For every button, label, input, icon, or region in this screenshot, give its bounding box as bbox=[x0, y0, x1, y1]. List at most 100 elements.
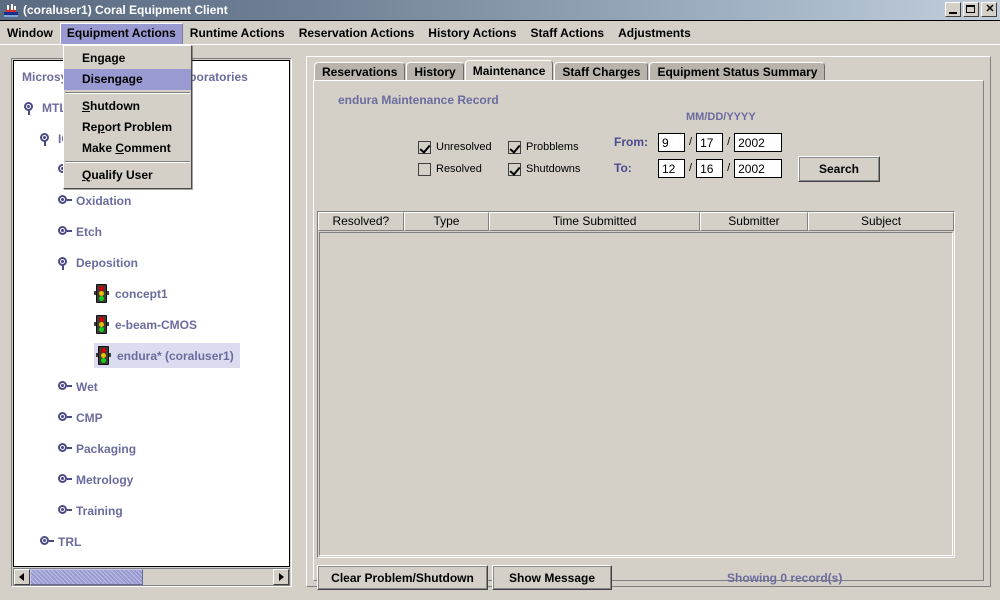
traffic-light-icon bbox=[96, 346, 111, 365]
tree-node-content: MTL bbox=[22, 100, 67, 115]
tree-node[interactable]: endura* (coraluser1) bbox=[14, 340, 289, 371]
tree-expand-handle-closed-icon[interactable] bbox=[56, 441, 72, 456]
tree-expand-handle-open-icon[interactable] bbox=[38, 131, 53, 146]
menu-item-shutdown[interactable]: Shutdown bbox=[64, 96, 191, 117]
tree-node[interactable]: Etch bbox=[14, 216, 289, 247]
tree-node[interactable]: Wet bbox=[14, 371, 289, 402]
tree-node[interactable]: Metrology bbox=[14, 464, 289, 495]
menu-history-actions[interactable]: History Actions bbox=[421, 23, 523, 44]
scrollbar-track[interactable] bbox=[30, 569, 273, 585]
to-year-input[interactable] bbox=[734, 158, 783, 178]
tab-maintenance[interactable]: Maintenance bbox=[464, 60, 554, 81]
from-year-input[interactable] bbox=[734, 132, 783, 152]
tree-horizontal-scrollbar[interactable] bbox=[13, 568, 290, 586]
scroll-left-button[interactable] bbox=[14, 569, 30, 585]
tree-node-content: concept1 bbox=[94, 284, 168, 303]
table-body[interactable] bbox=[319, 232, 953, 556]
tab-staff-charges[interactable]: Staff Charges bbox=[554, 62, 649, 81]
tree-expand-handle-closed-icon[interactable] bbox=[38, 534, 54, 549]
tree-node[interactable]: concept1 bbox=[14, 278, 289, 309]
tree-node-content: Metrology bbox=[56, 472, 133, 487]
menu-runtime-actions[interactable]: Runtime Actions bbox=[183, 23, 292, 44]
table-header-row: Resolved? Type Time Submitted Submitter Subj… bbox=[318, 212, 955, 231]
date-format-label: MM/DD/YYYY bbox=[686, 111, 756, 123]
tree-node[interactable]: Packaging bbox=[14, 433, 289, 464]
menu-equipment-actions[interactable]: Equipment Actions bbox=[59, 22, 183, 44]
filter-checkbox-group: Unresolved Probblems Resolved Shutdowns bbox=[418, 136, 610, 180]
tree-node-label: Packaging bbox=[76, 441, 137, 456]
tree-expand-handle-closed-icon[interactable] bbox=[56, 472, 72, 487]
maintenance-action-bar: Clear Problem/Shutdown Show Message Show… bbox=[317, 565, 955, 591]
table-column-header[interactable]: Type bbox=[403, 212, 490, 231]
tab-reservations[interactable]: Reservations bbox=[314, 62, 406, 81]
clear-problem-shutdown-button[interactable]: Clear Problem/Shutdown bbox=[317, 565, 488, 590]
checkbox-resolved[interactable]: Resolved bbox=[418, 162, 496, 176]
checkbox-problems-label: Probblems bbox=[526, 141, 579, 153]
traffic-light-icon bbox=[94, 284, 109, 303]
checkbox-problems[interactable]: Probblems bbox=[508, 140, 598, 154]
menu-reservation-actions[interactable]: Reservation Actions bbox=[292, 23, 422, 44]
minimize-button[interactable] bbox=[945, 2, 961, 17]
tree-node-label: Metrology bbox=[76, 472, 134, 487]
tree-node[interactable]: Training bbox=[14, 495, 289, 526]
tab-equipment-status-summary[interactable]: Equipment Status Summary bbox=[649, 62, 826, 81]
menu-item-engage[interactable]: Engage bbox=[64, 48, 191, 69]
tree-node-label: e-beam-CMOS bbox=[115, 317, 198, 332]
tree-node-label: TRL bbox=[58, 534, 82, 549]
show-message-button[interactable]: Show Message bbox=[492, 565, 612, 590]
tree-expand-handle-closed-icon[interactable] bbox=[56, 193, 72, 208]
tree-expand-handle-open-icon[interactable] bbox=[22, 100, 37, 115]
tree-node-label: endura* (coraluser1) bbox=[117, 348, 234, 363]
menu-item-disengage[interactable]: Disengage bbox=[64, 69, 191, 90]
tree-expand-handle-closed-icon[interactable] bbox=[56, 503, 72, 518]
menu-adjustments[interactable]: Adjustments bbox=[611, 23, 698, 44]
checkbox-resolved-box[interactable] bbox=[418, 162, 431, 176]
tab-history[interactable]: History bbox=[406, 62, 464, 81]
menu-bar: Window Equipment Actions Runtime Actions… bbox=[0, 22, 1000, 45]
table-column-header[interactable]: Submitter bbox=[699, 212, 809, 231]
equipment-actions-dropdown[interactable]: Engage Disengage Shutdown Report Problem Mak… bbox=[63, 45, 192, 189]
menu-item-report-problem[interactable]: Report Problem bbox=[64, 117, 191, 138]
checkbox-shutdowns[interactable]: Shutdowns bbox=[508, 162, 598, 176]
from-day-input[interactable] bbox=[696, 132, 724, 152]
menu-separator bbox=[65, 92, 190, 94]
to-day-input[interactable] bbox=[696, 158, 724, 178]
left-arrow-icon bbox=[19, 573, 24, 581]
table-column-header[interactable]: Time Submitted bbox=[489, 212, 700, 231]
tree-node[interactable]: CMP bbox=[14, 402, 289, 433]
scroll-right-button[interactable] bbox=[273, 569, 289, 585]
checkbox-unresolved-box[interactable] bbox=[418, 140, 431, 154]
tree-node-label: Oxidation bbox=[76, 193, 132, 208]
table-column-header[interactable]: Subject bbox=[808, 212, 955, 231]
checkbox-shutdowns-label: Shutdowns bbox=[526, 163, 581, 175]
from-month-input[interactable] bbox=[658, 132, 685, 152]
maintenance-record-title: endura Maintenance Record bbox=[338, 93, 499, 107]
maximize-button[interactable] bbox=[963, 2, 979, 17]
window-title: (coraluser1) Coral Equipment Client bbox=[23, 3, 228, 17]
checkbox-unresolved[interactable]: Unresolved bbox=[418, 140, 496, 154]
close-button[interactable]: ✕ bbox=[981, 2, 997, 17]
tree-expand-handle-open-icon[interactable] bbox=[56, 255, 71, 270]
table-column-header[interactable]: Resolved? bbox=[318, 212, 404, 231]
tree-node[interactable]: Oxidation bbox=[14, 185, 289, 216]
menu-item-make-comment[interactable]: Make Comment bbox=[64, 138, 191, 159]
tree-expand-handle-closed-icon[interactable] bbox=[56, 410, 72, 425]
tree-expand-handle-closed-icon[interactable] bbox=[56, 379, 72, 394]
menu-window[interactable]: Window bbox=[0, 23, 60, 44]
checkbox-shutdowns-box[interactable] bbox=[508, 162, 521, 176]
tree-node-content: TRL bbox=[38, 534, 81, 549]
tree-node-content: Wet bbox=[56, 379, 98, 394]
close-icon: ✕ bbox=[985, 3, 995, 15]
menu-item-qualify-user[interactable]: Qualify User bbox=[64, 165, 191, 186]
search-button[interactable]: Search bbox=[798, 156, 880, 182]
tree-node-label: Training bbox=[76, 503, 123, 518]
menu-staff-actions[interactable]: Staff Actions bbox=[524, 23, 612, 44]
to-month-input[interactable] bbox=[658, 158, 685, 178]
tree-node[interactable]: Deposition bbox=[14, 247, 289, 278]
tree-node[interactable]: e-beam-CMOS bbox=[14, 309, 289, 340]
detail-panel: Reservations History Maintenance Staff Char… bbox=[306, 56, 991, 590]
tree-expand-handle-closed-icon[interactable] bbox=[56, 224, 72, 239]
tree-node[interactable]: TRL bbox=[14, 526, 289, 557]
scrollbar-thumb[interactable] bbox=[30, 569, 143, 585]
checkbox-problems-box[interactable] bbox=[508, 140, 521, 154]
